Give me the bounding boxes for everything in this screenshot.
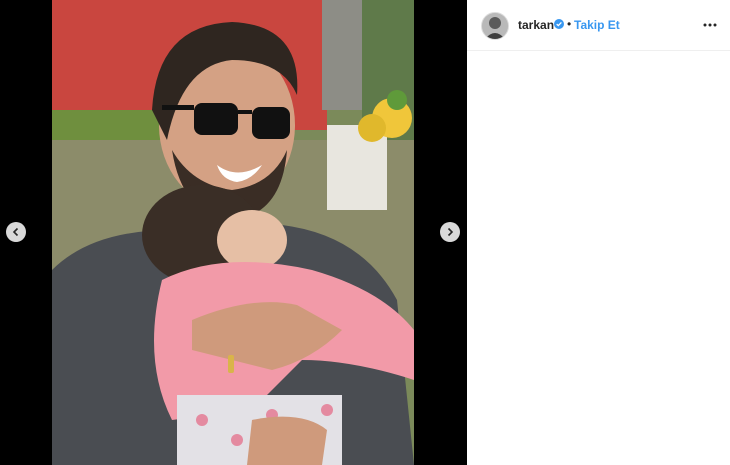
more-horizontal-icon bbox=[703, 23, 717, 27]
verified-badge-icon bbox=[554, 19, 564, 29]
username-link[interactable]: tarkan bbox=[518, 18, 554, 32]
avatar[interactable] bbox=[481, 12, 509, 40]
more-options-button[interactable] bbox=[699, 17, 721, 33]
separator-dot: • bbox=[567, 17, 572, 31]
post-photo[interactable] bbox=[52, 0, 414, 465]
media-panel bbox=[0, 0, 467, 465]
avatar-image bbox=[482, 13, 508, 39]
post-header: tarkan • Takip Et bbox=[467, 0, 730, 51]
next-photo-button[interactable] bbox=[440, 222, 460, 242]
follow-button[interactable]: Takip Et bbox=[574, 18, 620, 32]
post-sidebar: tarkan • Takip Et bbox=[467, 0, 730, 465]
chevron-right-icon bbox=[447, 227, 454, 237]
previous-photo-button[interactable] bbox=[6, 222, 26, 242]
photo-illustration bbox=[52, 0, 414, 465]
chevron-left-icon bbox=[12, 227, 19, 237]
